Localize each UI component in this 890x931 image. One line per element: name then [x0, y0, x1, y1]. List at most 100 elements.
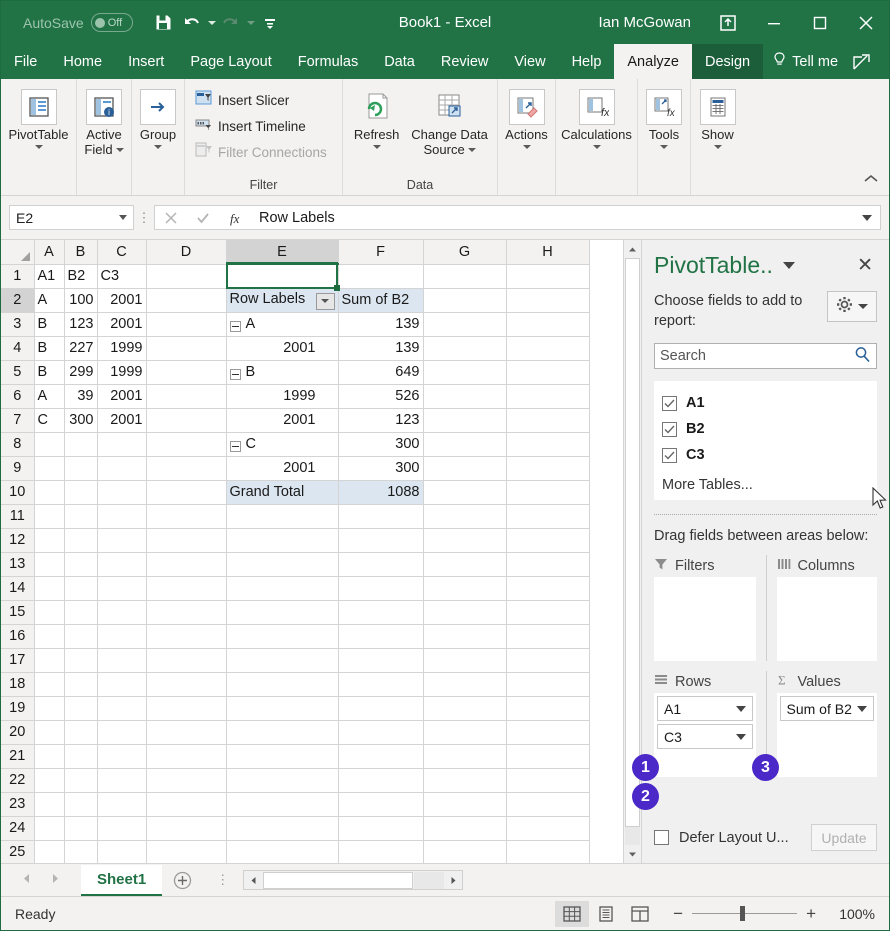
group-dropdown-caret[interactable] — [154, 145, 162, 149]
row-header-14[interactable]: 14 — [1, 576, 35, 601]
tools-button[interactable]: fx Tools — [642, 85, 686, 149]
horizontal-scroll-thumb[interactable] — [263, 871, 414, 889]
cell-h8[interactable] — [506, 432, 590, 457]
cell-g1[interactable] — [423, 264, 507, 289]
tell-me-box[interactable]: Tell me — [763, 44, 848, 79]
cell-g9[interactable] — [423, 456, 507, 481]
cell-b1[interactable]: B2 — [64, 264, 98, 289]
cell-g5[interactable] — [423, 360, 507, 385]
cell-f14[interactable] — [338, 576, 424, 601]
pivot-group-value[interactable]: 649 — [338, 359, 424, 385]
cell-a11[interactable] — [34, 504, 65, 529]
list-item[interactable]: A1 — [662, 390, 869, 416]
cell-c15[interactable] — [97, 600, 147, 625]
cell-h25[interactable] — [506, 840, 590, 863]
pivot-item-value[interactable]: 123 — [338, 408, 424, 433]
search-icon[interactable] — [854, 346, 871, 367]
cell-a12[interactable] — [34, 528, 65, 553]
cell-h18[interactable] — [506, 672, 590, 697]
column-header-h[interactable]: H — [506, 240, 590, 265]
row-header-15[interactable]: 15 — [1, 600, 35, 625]
cell-g16[interactable] — [423, 624, 507, 649]
field-list-tools-caret[interactable] — [858, 304, 868, 309]
pivottable-dropdown-caret[interactable] — [34, 145, 43, 149]
calculations-dropdown-caret[interactable] — [592, 145, 601, 149]
row-header-11[interactable]: 11 — [1, 504, 35, 529]
cell-h2[interactable] — [506, 288, 590, 313]
calculations-button[interactable]: fx Calculations — [560, 85, 633, 149]
cell-g15[interactable] — [423, 600, 507, 625]
cell-b6[interactable]: 39 — [64, 384, 98, 409]
cell-c11[interactable] — [97, 504, 147, 529]
cell-h6[interactable] — [506, 384, 590, 409]
cell-c14[interactable] — [97, 576, 147, 601]
cell-g25[interactable] — [423, 840, 507, 863]
cell-b16[interactable] — [64, 624, 98, 649]
list-item[interactable]: B2 — [662, 416, 869, 442]
cell-f16[interactable] — [338, 624, 424, 649]
cell-f23[interactable] — [338, 792, 424, 817]
cell-f19[interactable] — [338, 696, 424, 721]
cell-h22[interactable] — [506, 768, 590, 793]
cell-a2[interactable]: A — [34, 288, 65, 313]
tab-data[interactable]: Data — [371, 44, 428, 79]
row-header-9[interactable]: 9 — [1, 456, 35, 481]
tab-page-layout[interactable]: Page Layout — [177, 44, 284, 79]
row-header-22[interactable]: 22 — [1, 768, 35, 793]
active-field-dropdown-caret[interactable] — [115, 147, 124, 152]
tab-insert[interactable]: Insert — [115, 44, 177, 79]
cell-e21[interactable] — [226, 744, 339, 769]
tab-formulas[interactable]: Formulas — [285, 44, 371, 79]
grid-cells[interactable]: A B C D E F G H 1 A1 B2 C3 2 A 100 2001 … — [1, 240, 623, 863]
cell-g4[interactable] — [423, 336, 507, 361]
rows-area[interactable]: Rows A1 C3 — [654, 671, 766, 777]
cell-d12[interactable] — [146, 528, 227, 553]
cell-g6[interactable] — [423, 384, 507, 409]
cell-g17[interactable] — [423, 648, 507, 673]
cell-b21[interactable] — [64, 744, 98, 769]
cell-c9[interactable] — [97, 456, 147, 481]
cell-e1[interactable] — [226, 264, 339, 289]
change-data-source-button[interactable]: Change Data Source — [406, 85, 493, 157]
cell-e12[interactable] — [226, 528, 339, 553]
pivottable-button[interactable]: PivotTable — [5, 85, 72, 149]
cell-e13[interactable] — [226, 552, 339, 577]
actions-dropdown-caret[interactable] — [522, 145, 531, 149]
cell-h5[interactable] — [506, 360, 590, 385]
cell-h4[interactable] — [506, 336, 590, 361]
insert-timeline-button[interactable]: Insert Timeline — [189, 113, 312, 139]
cell-h15[interactable] — [506, 600, 590, 625]
values-field-pill-caret[interactable] — [857, 705, 867, 712]
cell-d11[interactable] — [146, 504, 227, 529]
cell-b9[interactable] — [64, 456, 98, 481]
row-header-7[interactable]: 7 — [1, 408, 35, 433]
tab-file[interactable]: File — [1, 44, 50, 79]
cell-c19[interactable] — [97, 696, 147, 721]
cell-c12[interactable] — [97, 528, 147, 553]
field-checkbox-c3[interactable] — [662, 447, 677, 463]
cell-e18[interactable] — [226, 672, 339, 697]
cell-b3[interactable]: 123 — [64, 312, 98, 337]
cell-g3[interactable] — [423, 312, 507, 337]
actions-button[interactable]: Actions — [502, 85, 551, 149]
zoom-in-button[interactable]: + — [806, 905, 816, 922]
cell-d25[interactable] — [146, 840, 227, 863]
cell-h19[interactable] — [506, 696, 590, 721]
cell-f20[interactable] — [338, 720, 424, 745]
cell-e20[interactable] — [226, 720, 339, 745]
cell-b22[interactable] — [64, 768, 98, 793]
cell-b5[interactable]: 299 — [64, 360, 98, 385]
cell-g10[interactable] — [423, 480, 507, 505]
cell-d2[interactable] — [146, 288, 227, 313]
scroll-down-icon[interactable] — [624, 845, 641, 863]
cell-b14[interactable] — [64, 576, 98, 601]
cell-d15[interactable] — [146, 600, 227, 625]
autosave-toggle[interactable]: Off — [90, 13, 133, 32]
cell-b12[interactable] — [64, 528, 98, 553]
cell-h17[interactable] — [506, 648, 590, 673]
user-account-name[interactable]: Ian McGowan — [598, 14, 691, 31]
row-header-16[interactable]: 16 — [1, 624, 35, 649]
cell-a3[interactable]: B — [34, 312, 65, 337]
cell-e19[interactable] — [226, 696, 339, 721]
cell-d10[interactable] — [146, 480, 227, 505]
